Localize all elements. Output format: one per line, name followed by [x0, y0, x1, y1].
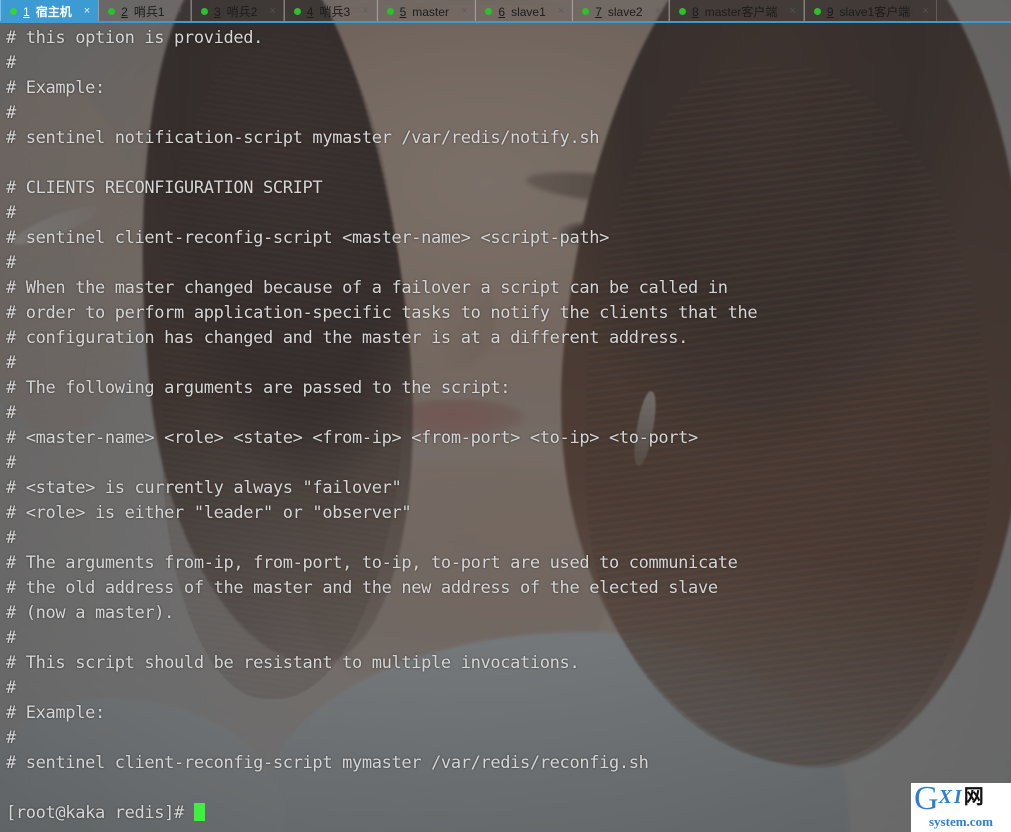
session-tab-8[interactable]: 8 master客户端 × [669, 0, 804, 23]
terminal-line: # [6, 728, 16, 748]
close-icon[interactable]: × [789, 6, 795, 17]
session-tab-6[interactable]: 6 slave1 × [475, 0, 573, 23]
session-tab-1[interactable]: 1 宿主机 × [0, 0, 99, 23]
terminal-line: # <state> is currently always "failover" [6, 478, 402, 498]
terminal-line: # [6, 453, 16, 473]
terminal-line: # CLIENTS RECONFIGURATION SCRIPT [6, 178, 323, 198]
tab-index: 6 [498, 4, 506, 19]
connection-status-icon [485, 8, 493, 15]
tab-label: slave1 [511, 4, 546, 19]
connection-status-icon [386, 8, 394, 15]
tab-index: 1 [23, 4, 30, 19]
close-icon[interactable]: × [269, 6, 275, 17]
tab-index: 9 [826, 4, 834, 19]
close-icon[interactable]: × [177, 6, 183, 17]
terminal-line: # [6, 353, 16, 373]
terminal-line: # [6, 403, 16, 423]
connection-status-icon [813, 8, 821, 15]
terminal-line: # The following arguments are passed to … [6, 378, 511, 398]
session-tab-5[interactable]: 5 master × [377, 0, 476, 23]
terminal-line: # [6, 203, 16, 223]
terminal-output[interactable]: # this option is provided. # # Example: # # … [0, 23, 1011, 832]
shell-prompt-line: [root@kaka redis]# [6, 801, 1011, 826]
terminal-line: # sentinel notification-script mymaster … [6, 128, 600, 148]
terminal-line: # Example: [6, 703, 105, 723]
tab-index: 8 [692, 4, 699, 19]
session-tab-9[interactable]: 9 slave1客户端 × [804, 0, 937, 23]
shell-prompt: [root@kaka redis]# [6, 803, 194, 823]
terminal-line: # [6, 53, 16, 73]
tab-label: 宿主机 [35, 5, 72, 19]
tab-label: master [412, 4, 449, 19]
close-icon[interactable]: × [655, 6, 661, 17]
close-icon[interactable]: × [461, 6, 467, 17]
tab-label: slave1客户端 [839, 5, 911, 19]
session-tab-bar: 1 宿主机 × 2 哨兵1 × 3 哨兵2 × 4 哨兵3 × 5 master × 6 slave1 × 7 sla… [0, 0, 1011, 23]
connection-status-icon [679, 8, 687, 15]
session-tab-3[interactable]: 3 哨兵2 × [191, 0, 284, 23]
terminal-line: # [6, 678, 16, 698]
tab-index: 4 [306, 4, 314, 19]
tab-label: 哨兵2 [226, 5, 258, 19]
terminal-line: # This script should be resistant to mul… [6, 653, 580, 673]
terminal-line: # (now a master). [6, 603, 175, 623]
close-icon[interactable]: × [922, 6, 928, 17]
terminal-line: # this option is provided. [6, 28, 264, 48]
tab-label: 哨兵3 [319, 5, 351, 19]
terminal-window: 1 宿主机 × 2 哨兵1 × 3 哨兵2 × 4 哨兵3 × 5 master × 6 slave1 × 7 sla… [0, 0, 1011, 832]
close-icon[interactable]: × [84, 6, 90, 17]
terminal-line: # [6, 628, 16, 648]
tab-label: slave2 [607, 4, 643, 19]
terminal-line: # When the master changed because of a f… [6, 278, 728, 298]
tab-index: 7 [595, 4, 602, 19]
terminal-line: # <role> is either "leader" or "observer… [6, 503, 412, 523]
terminal-line: # Example: [6, 78, 105, 98]
terminal-line: # order to perform application-specific … [6, 303, 758, 323]
text-cursor [193, 803, 205, 821]
terminal-line: # configuration has changed and the mast… [6, 328, 689, 348]
session-tab-2[interactable]: 2 哨兵1 × [98, 0, 191, 23]
watermark-cjk-char: 网 [963, 786, 984, 808]
connection-status-icon [108, 8, 116, 15]
tab-index: 2 [121, 4, 128, 19]
tab-label: 哨兵1 [133, 5, 165, 19]
terminal-line: # <master-name> <role> <state> <from-ip>… [6, 428, 698, 448]
terminal-line: # the old address of the master and the … [6, 578, 718, 598]
terminal-line: # [6, 253, 16, 273]
terminal-line: # [6, 528, 16, 548]
session-tab-7[interactable]: 7 slave2 × [572, 0, 670, 23]
watermark-logo: G XI 网 system.com [911, 783, 1011, 832]
tab-index: 3 [213, 4, 221, 19]
watermark-letter-g: G [914, 783, 939, 817]
connection-status-icon [200, 8, 208, 15]
connection-status-icon [293, 8, 301, 15]
close-icon[interactable]: × [362, 6, 368, 17]
connection-status-icon [10, 8, 17, 15]
tab-index: 5 [399, 4, 407, 19]
tab-label: master客户端 [704, 5, 778, 19]
close-icon[interactable]: × [558, 6, 564, 17]
watermark-letters-xi: XI [938, 786, 964, 808]
watermark-domain: system.com [929, 814, 993, 829]
terminal-line: # sentinel client-reconfig-script <maste… [6, 228, 609, 248]
terminal-line: # [6, 103, 16, 123]
terminal-line: # The arguments from-ip, from-port, to-i… [6, 553, 738, 573]
connection-status-icon [582, 8, 590, 15]
terminal-line: # sentinel client-reconfig-script mymast… [6, 753, 649, 773]
session-tab-4[interactable]: 4 哨兵3 × [284, 0, 377, 23]
